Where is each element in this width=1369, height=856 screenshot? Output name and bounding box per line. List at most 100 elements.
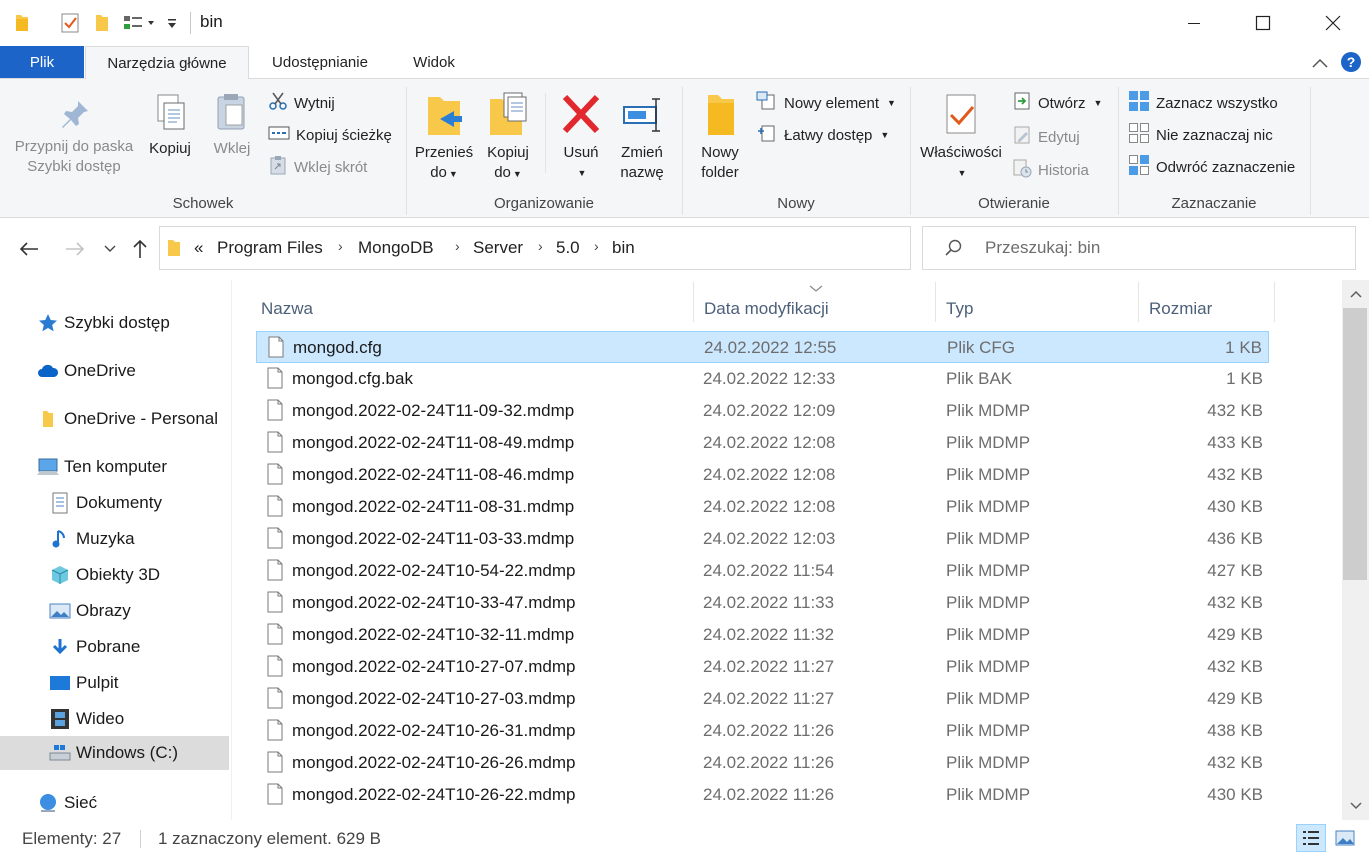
delete-button[interactable]: Usuń ▼: [556, 91, 606, 183]
breadcrumb-version[interactable]: 5.0: [556, 238, 580, 258]
details-view-icon[interactable]: [1296, 824, 1326, 852]
file-icon: [266, 399, 284, 426]
help-icon[interactable]: ?: [1338, 49, 1364, 75]
quick-access-dropdown-icon[interactable]: [162, 10, 182, 36]
table-row[interactable]: mongod.2022-02-24T11-09-32.mdmp 24.02.202…: [256, 395, 1269, 427]
nav-item-videos[interactable]: Wideo: [48, 702, 124, 736]
open-button[interactable]: Otwórz ▼: [1012, 91, 1102, 115]
address-bar[interactable]: « Program Files › MongoDB › Server › 5.0…: [159, 226, 1054, 270]
column-separator[interactable]: [693, 282, 694, 322]
file-date: 24.02.2022 12:55: [704, 338, 837, 357]
table-row[interactable]: mongod.2022-02-24T10-27-07.mdmp 24.02.202…: [256, 651, 1269, 683]
search-box[interactable]: Przeszukaj: bin: [922, 226, 1356, 270]
vertical-scrollbar[interactable]: [1342, 280, 1369, 820]
pictures-icon: [48, 599, 72, 623]
tab-view[interactable]: Widok: [395, 46, 473, 78]
nav-item-quick-access[interactable]: Szybki dostęp: [36, 306, 170, 340]
column-header-size[interactable]: Rozmiar: [1149, 288, 1212, 330]
breadcrumb-mongodb[interactable]: MongoDB: [358, 238, 434, 258]
forward-arrow-icon[interactable]: [60, 234, 90, 264]
address-overflow[interactable]: «: [194, 238, 203, 258]
recent-locations-chevron-icon[interactable]: [95, 234, 125, 264]
breadcrumb-chevron-icon[interactable]: ›: [538, 238, 543, 254]
table-row[interactable]: mongod.2022-02-24T11-08-49.mdmp 24.02.202…: [256, 427, 1269, 459]
back-arrow-icon[interactable]: [14, 234, 44, 264]
nav-item-onedrive[interactable]: OneDrive: [36, 354, 136, 388]
breadcrumb-server[interactable]: Server: [473, 238, 523, 258]
pin-quick-access-button[interactable]: Przypnij do paska Szybki dostęp: [8, 97, 140, 177]
maximize-button[interactable]: [1228, 0, 1298, 46]
table-row[interactable]: mongod.2022-02-24T10-26-22.mdmp 24.02.202…: [256, 779, 1269, 811]
tab-file[interactable]: Plik: [0, 46, 84, 78]
select-none-button[interactable]: Nie zaznaczaj nic: [1128, 123, 1273, 147]
copy-button[interactable]: Kopiuj: [142, 91, 198, 159]
large-icons-view-icon[interactable]: [1330, 824, 1360, 852]
new-item-button[interactable]: Nowy element ▼: [756, 91, 896, 115]
item-count: Elementy: 27: [22, 829, 122, 848]
copy-to-button[interactable]: Kopiuj do ▼: [480, 91, 536, 184]
table-row[interactable]: mongod.2022-02-24T11-08-46.mdmp 24.02.202…: [256, 459, 1269, 491]
nav-item-windows-c[interactable]: Windows (C:): [0, 736, 229, 770]
close-button[interactable]: [1298, 0, 1368, 46]
up-arrow-icon[interactable]: [125, 234, 155, 264]
table-row[interactable]: mongod.cfg.bak 24.02.2022 12:33 Plik BAK 1 …: [256, 363, 1269, 395]
table-row[interactable]: mongod.2022-02-24T10-26-31.mdmp 24.02.202…: [256, 715, 1269, 747]
easy-access-button[interactable]: Łatwy dostęp ▼: [756, 123, 889, 147]
star-icon: [36, 311, 60, 335]
copy-path-button[interactable]: Kopiuj ścieżkę: [268, 123, 392, 147]
invert-selection-button[interactable]: Odwróć zaznaczenie: [1128, 155, 1295, 179]
nav-item-pictures[interactable]: Obrazy: [48, 594, 131, 628]
column-separator[interactable]: [935, 282, 936, 322]
breadcrumb-bin[interactable]: bin: [612, 238, 635, 258]
scroll-down-arrow-icon[interactable]: [1342, 794, 1369, 818]
table-row[interactable]: mongod.2022-02-24T10-33-47.mdmp 24.02.202…: [256, 587, 1269, 619]
table-row[interactable]: mongod.2022-02-24T11-03-33.mdmp 24.02.202…: [256, 523, 1269, 555]
table-row[interactable]: mongod.cfg 24.02.2022 12:55 Plik CFG 1 KB: [256, 331, 1269, 363]
nav-item-network[interactable]: Sieć: [36, 786, 97, 820]
table-row[interactable]: mongod.2022-02-24T10-26-26.mdmp 24.02.202…: [256, 747, 1269, 779]
properties-quick-icon[interactable]: [58, 10, 82, 36]
table-row[interactable]: mongod.2022-02-24T10-54-22.mdmp 24.02.202…: [256, 555, 1269, 587]
nav-item-music[interactable]: Muzyka: [48, 522, 135, 556]
column-separator[interactable]: [1274, 282, 1275, 322]
search-input[interactable]: Przeszukaj: bin: [985, 238, 1100, 258]
column-header-date[interactable]: Data modyfikacji: [704, 288, 829, 330]
minimize-ribbon-icon[interactable]: [1305, 50, 1335, 76]
rename-button[interactable]: Zmień nazwę: [614, 91, 670, 183]
edit-button[interactable]: Edytuj: [1012, 125, 1080, 149]
customize-view-icon[interactable]: [120, 10, 160, 36]
tab-home[interactable]: Narzędzia główne: [85, 46, 249, 79]
nav-item-onedrive-personal[interactable]: OneDrive - Personal: [36, 402, 218, 436]
nav-item-this-pc[interactable]: Ten komputer: [36, 450, 167, 484]
nav-item-documents[interactable]: Dokumenty: [48, 486, 162, 520]
nav-item-3d-objects[interactable]: Obiekty 3D: [48, 558, 160, 592]
group-open-label: Otwieranie: [978, 195, 1050, 212]
nav-item-desktop[interactable]: Pulpit: [48, 666, 119, 700]
scrollbar-thumb[interactable]: [1343, 308, 1367, 580]
paste-button[interactable]: Wklej: [204, 91, 260, 159]
breadcrumb-chevron-icon[interactable]: ›: [594, 238, 599, 254]
breadcrumb-chevron-icon[interactable]: ›: [338, 238, 343, 254]
minimize-button[interactable]: [1159, 0, 1229, 46]
breadcrumb-chevron-icon[interactable]: ›: [455, 238, 460, 254]
cut-button[interactable]: Wytnij: [268, 91, 335, 115]
table-row[interactable]: mongod.2022-02-24T10-27-03.mdmp 24.02.202…: [256, 683, 1269, 715]
properties-button[interactable]: Właściwości ▼: [916, 91, 1006, 183]
scroll-up-arrow-icon[interactable]: [1342, 282, 1369, 306]
nav-item-downloads[interactable]: Pobrane: [48, 630, 140, 664]
new-folder-button[interactable]: Nowy folder: [692, 91, 748, 183]
new-folder-quick-icon[interactable]: [90, 10, 114, 36]
file-type: Plik CFG: [947, 338, 1015, 357]
column-separator[interactable]: [1138, 282, 1139, 322]
file-date: 24.02.2022 12:33: [703, 369, 836, 388]
select-all-button[interactable]: Zaznacz wszystko: [1128, 91, 1278, 115]
table-row[interactable]: mongod.2022-02-24T11-08-31.mdmp 24.02.202…: [256, 491, 1269, 523]
history-button[interactable]: Historia: [1012, 158, 1089, 182]
move-to-button[interactable]: Przenieś do ▼: [412, 91, 476, 184]
paste-shortcut-button[interactable]: Wklej skrót: [268, 155, 367, 179]
column-header-name[interactable]: Nazwa: [261, 288, 313, 330]
table-row[interactable]: mongod.2022-02-24T10-32-11.mdmp 24.02.202…: [256, 619, 1269, 651]
column-header-type[interactable]: Typ: [946, 288, 973, 330]
tab-share[interactable]: Udostępnianie: [255, 46, 385, 78]
breadcrumb-program-files[interactable]: Program Files: [217, 238, 323, 258]
